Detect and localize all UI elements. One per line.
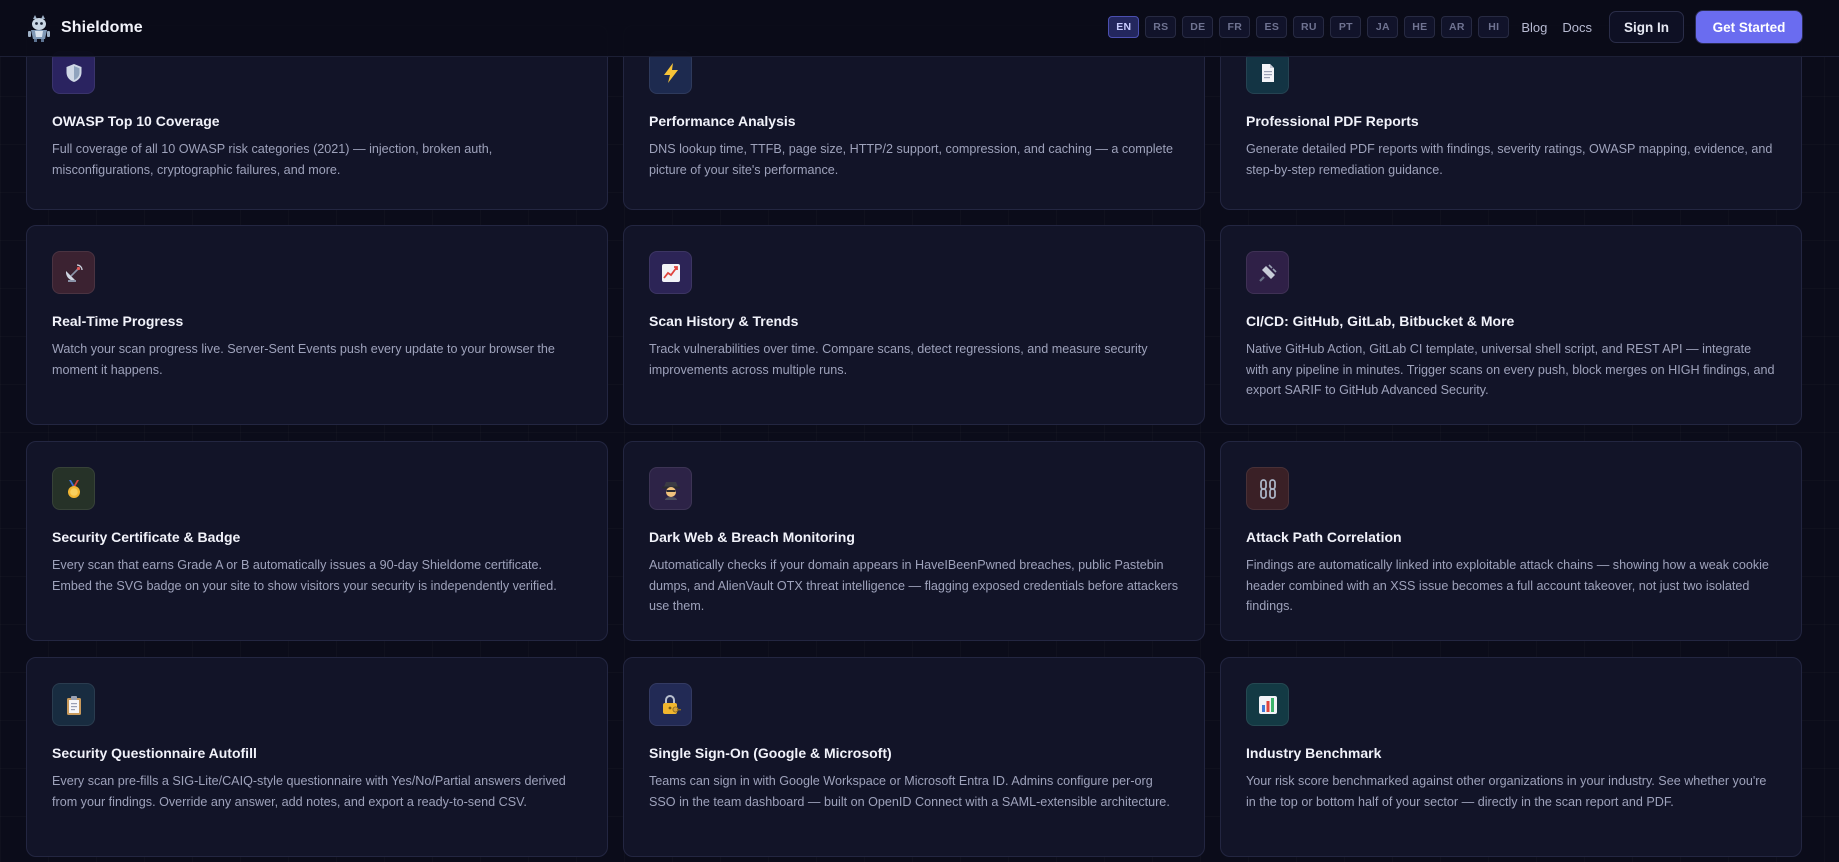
chain-icon bbox=[1259, 478, 1276, 499]
brand-name: Shieldome bbox=[61, 19, 143, 36]
sign-in-button[interactable]: Sign In bbox=[1609, 11, 1684, 43]
feature-card-questionnaire: Security Questionnaire Autofill Every sc… bbox=[26, 657, 608, 857]
feature-card-benchmark: Industry Benchmark Your risk score bench… bbox=[1220, 657, 1802, 857]
lightning-icon bbox=[663, 62, 678, 83]
lang-fr-button[interactable]: FR bbox=[1219, 16, 1251, 38]
feature-icon-box bbox=[52, 467, 95, 510]
feature-desc: Your risk score benchmarked against othe… bbox=[1246, 774, 1767, 809]
feature-icon-box bbox=[52, 51, 95, 94]
feature-desc: Automatically checks if your domain appe… bbox=[649, 558, 1179, 613]
lang-de-button[interactable]: DE bbox=[1182, 16, 1214, 38]
top-navbar: Shieldome EN RS DE FR ES RU PT JA HE AR … bbox=[0, 0, 1839, 57]
lock-key-icon bbox=[662, 694, 681, 714]
feature-icon-box bbox=[649, 467, 692, 510]
feature-desc: Track vulnerabilities over time. Compare… bbox=[649, 342, 1148, 377]
feature-desc: DNS lookup time, TTFB, page size, HTTP/2… bbox=[649, 142, 1174, 177]
feature-title: Scan History & Trends bbox=[649, 313, 799, 329]
feature-desc: Teams can sign in with Google Workspace … bbox=[649, 774, 1170, 809]
feature-desc: Every scan pre-fills a SIG-Lite/CAIQ-sty… bbox=[52, 774, 566, 809]
satellite-icon bbox=[65, 263, 83, 282]
feature-icon-box bbox=[1246, 51, 1289, 94]
feature-card-realtime: Real-Time Progress Watch your scan progr… bbox=[26, 225, 608, 425]
feature-icon-box bbox=[649, 683, 692, 726]
feature-desc: Every scan that earns Grade A or B autom… bbox=[52, 558, 557, 593]
feature-card-attack-path: Attack Path Correlation Findings are aut… bbox=[1220, 441, 1802, 641]
get-started-button[interactable]: Get Started bbox=[1696, 11, 1802, 43]
feature-title: Performance Analysis bbox=[649, 113, 796, 129]
feature-title: Dark Web & Breach Monitoring bbox=[649, 529, 855, 545]
feature-desc: Findings are automatically linked into e… bbox=[1246, 558, 1769, 613]
detective-icon bbox=[661, 481, 680, 500]
feature-title: Single Sign-On (Google & Microsoft) bbox=[649, 745, 892, 761]
feature-card-sso: Single Sign-On (Google & Microsoft) Team… bbox=[623, 657, 1205, 857]
feature-desc: Native GitHub Action, GitLab CI template… bbox=[1246, 342, 1775, 397]
docs-link[interactable]: Docs bbox=[1562, 20, 1592, 35]
lang-ru-button[interactable]: RU bbox=[1293, 16, 1325, 38]
feature-title: OWASP Top 10 Coverage bbox=[52, 113, 220, 129]
feature-icon-box bbox=[52, 683, 95, 726]
blog-link[interactable]: Blog bbox=[1521, 20, 1547, 35]
feature-card-certificate: Security Certificate & Badge Every scan … bbox=[26, 441, 608, 641]
feature-icon-box bbox=[649, 251, 692, 294]
feature-icon-box bbox=[1246, 683, 1289, 726]
feature-desc: Watch your scan progress live. Server-Se… bbox=[52, 342, 555, 377]
feature-title: Attack Path Correlation bbox=[1246, 529, 1402, 545]
feature-card-cicd: CI/CD: GitHub, GitLab, Bitbucket & More … bbox=[1220, 225, 1802, 425]
brand[interactable]: Shieldome bbox=[25, 13, 143, 43]
lang-es-button[interactable]: ES bbox=[1256, 16, 1288, 38]
feature-title: Real-Time Progress bbox=[52, 313, 184, 329]
feature-icon-box bbox=[52, 251, 95, 294]
lang-pt-button[interactable]: PT bbox=[1330, 16, 1362, 38]
lang-ar-button[interactable]: AR bbox=[1441, 16, 1473, 38]
clipboard-icon bbox=[66, 695, 81, 715]
feature-title: Security Certificate & Badge bbox=[52, 529, 241, 545]
plug-icon bbox=[1258, 263, 1277, 282]
feature-icon-box bbox=[649, 51, 692, 94]
feature-card-history: Scan History & Trends Track vulnerabilit… bbox=[623, 225, 1205, 425]
language-switcher: EN RS DE FR ES RU PT JA HE AR HI bbox=[1108, 16, 1510, 38]
lang-ja-button[interactable]: JA bbox=[1367, 16, 1399, 38]
shield-icon bbox=[66, 63, 81, 82]
feature-title: Security Questionnaire Autofill bbox=[52, 745, 257, 761]
feature-icon-box bbox=[1246, 467, 1289, 510]
feature-title: CI/CD: GitHub, GitLab, Bitbucket & More bbox=[1246, 313, 1515, 329]
feature-desc: Full coverage of all 10 OWASP risk categ… bbox=[52, 142, 493, 177]
chart-up-icon bbox=[661, 263, 680, 282]
mascot-logo-icon bbox=[28, 15, 50, 42]
lang-he-button[interactable]: HE bbox=[1404, 16, 1436, 38]
feature-icon-box bbox=[1246, 251, 1289, 294]
feature-card-dark-web: Dark Web & Breach Monitoring Automatical… bbox=[623, 441, 1205, 641]
lang-hi-button[interactable]: HI bbox=[1478, 16, 1510, 38]
lang-en-button[interactable]: EN bbox=[1108, 16, 1140, 38]
bar-chart-icon bbox=[1258, 695, 1277, 714]
feature-title: Industry Benchmark bbox=[1246, 745, 1382, 761]
medal-icon bbox=[67, 479, 80, 498]
feature-title: Professional PDF Reports bbox=[1246, 113, 1419, 129]
nav-actions: EN RS DE FR ES RU PT JA HE AR HI Blog Do… bbox=[1108, 11, 1802, 43]
feature-desc: Generate detailed PDF reports with findi… bbox=[1246, 142, 1773, 177]
lang-rs-button[interactable]: RS bbox=[1145, 16, 1177, 38]
document-icon bbox=[1261, 63, 1274, 82]
